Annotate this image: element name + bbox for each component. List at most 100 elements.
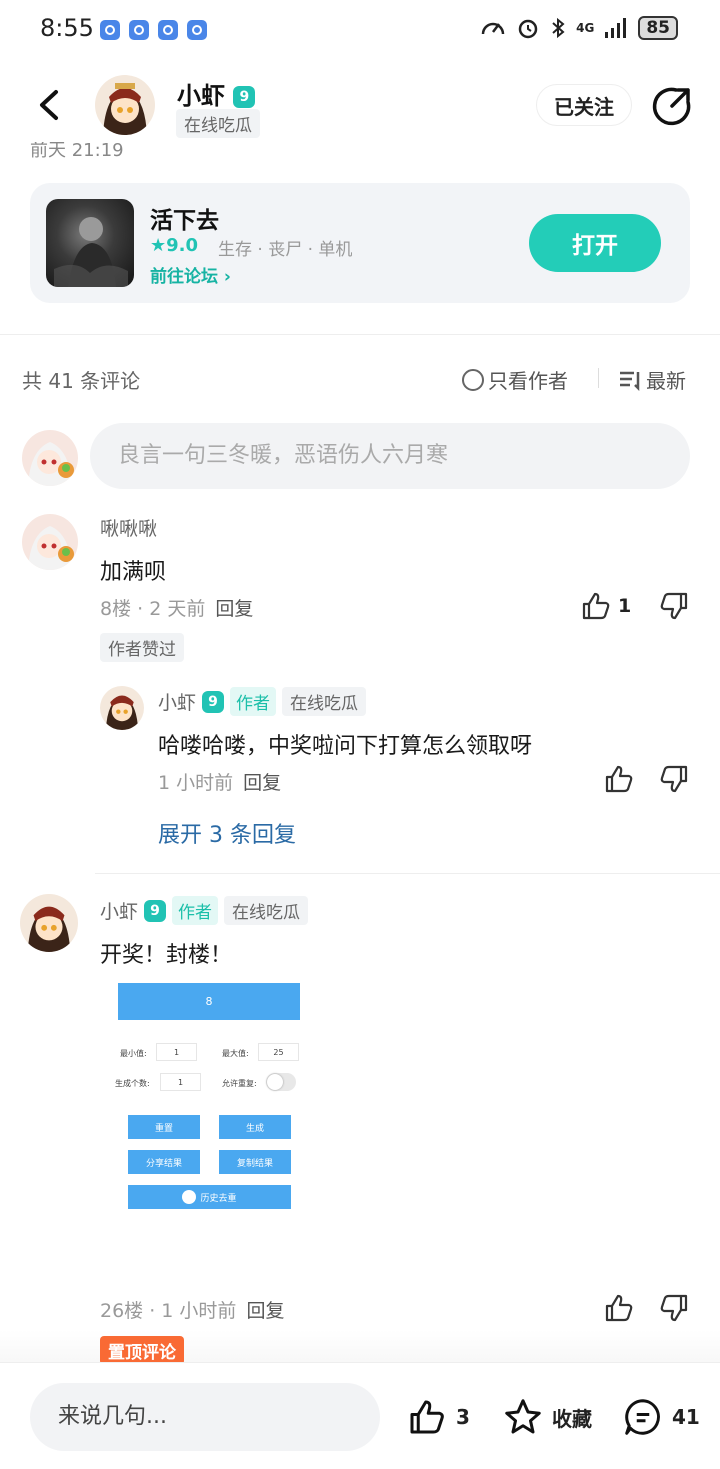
divider: [95, 873, 720, 874]
favorite-label[interactable]: 收藏: [552, 1403, 592, 1432]
author-name[interactable]: 小虾: [177, 82, 225, 110]
level-badge: 9: [202, 690, 225, 713]
favorite-button[interactable]: 收藏: [502, 1397, 592, 1437]
star-icon[interactable]: [502, 1397, 544, 1437]
reply-button[interactable]: 回复: [246, 1300, 284, 1322]
author-tag: 在线吃瓜: [176, 109, 260, 138]
chevron-right-icon: ›: [223, 267, 231, 287]
result-display: 8: [118, 983, 300, 1020]
game-rating: ★9.0: [150, 235, 198, 256]
reply-author-name[interactable]: 小虾: [158, 688, 196, 715]
post-like-count: 3: [456, 1405, 470, 1429]
commenter-avatar[interactable]: [22, 514, 78, 570]
comment-floor-time: 8楼 · 2 天前: [100, 598, 206, 620]
back-button[interactable]: [28, 80, 68, 130]
thumbs-down-icon[interactable]: [658, 763, 690, 795]
star-icon: ★: [150, 235, 167, 256]
comment-input[interactable]: 良言一句三冬暖，恶语伤人六月寒: [90, 423, 690, 489]
author-tag: 在线吃瓜: [282, 687, 367, 716]
commenter-name[interactable]: 啾啾啾: [100, 514, 157, 541]
reply-button[interactable]: 回复: [215, 598, 253, 620]
commenter-name[interactable]: 小虾: [100, 897, 138, 924]
max-label: 最大值:: [222, 1049, 249, 1058]
comments-button[interactable]: 41: [622, 1397, 700, 1437]
comment-icon[interactable]: [622, 1397, 664, 1437]
battery-level: 85: [638, 16, 678, 40]
thumbs-up-icon[interactable]: [603, 1292, 635, 1324]
follow-button[interactable]: 已关注: [536, 84, 632, 126]
game-title[interactable]: 活下去: [150, 201, 219, 235]
forum-link-label[interactable]: 前往论坛: [150, 267, 218, 287]
post-time: 前天 21:19: [30, 142, 124, 158]
reply-author-avatar[interactable]: [100, 686, 144, 730]
comment-count: 共 41 条评论: [22, 369, 141, 393]
author-badge: 作者: [230, 687, 277, 716]
post-like-button[interactable]: 3: [406, 1397, 470, 1437]
share-result-button: 分享结果: [128, 1150, 200, 1174]
author-name-row[interactable]: 小虾 9: [177, 76, 256, 111]
pinned-comment-badge: 置顶评论: [100, 1336, 184, 1365]
author-avatar[interactable]: [95, 75, 155, 135]
game-icon[interactable]: [46, 199, 134, 287]
alarm-notification-icon: [129, 20, 149, 40]
reply-button[interactable]: 回复: [243, 772, 281, 794]
radio-icon[interactable]: [462, 368, 484, 391]
commenter-avatar[interactable]: [20, 894, 78, 952]
reply-author-row: 小虾 9 作者 在线吃瓜: [158, 687, 367, 716]
comment-meta: 8楼 · 2 天前 回复: [100, 594, 253, 621]
thumbs-up-icon[interactable]: [406, 1397, 448, 1437]
repeat-label: 允许重复:: [222, 1079, 257, 1088]
comments-count: 41: [672, 1405, 700, 1429]
bottom-comment-input[interactable]: 来说几句...: [30, 1383, 380, 1451]
author-liked-badge: 作者赞过: [100, 633, 184, 662]
thumbs-up-icon[interactable]: [603, 763, 635, 795]
my-avatar: [22, 430, 78, 486]
sort-button[interactable]: 最新: [618, 365, 686, 394]
forum-link[interactable]: 前往论坛 ›: [150, 262, 231, 287]
author-badge: 作者: [172, 896, 219, 925]
open-game-button[interactable]: 打开: [529, 214, 661, 272]
sort-icon: [620, 371, 640, 391]
copy-result-button: 复制结果: [219, 1150, 291, 1174]
speed-icon: [481, 22, 505, 35]
count-input: 1: [160, 1073, 201, 1091]
alarm-notification-icon: [100, 20, 120, 40]
comment-text: 开奖！封楼！: [100, 943, 233, 968]
history-dedupe-button: 历史去重: [128, 1185, 291, 1209]
history-dedupe-label: 历史去重: [200, 1193, 237, 1204]
repeat-toggle: [266, 1073, 296, 1091]
status-time: 8:55: [40, 14, 94, 42]
alarm-icon: [518, 19, 538, 39]
alarm-notification-icon: [187, 20, 207, 40]
refresh-icon: [182, 1190, 197, 1204]
min-label: 最小值:: [120, 1049, 147, 1058]
min-input: 1: [156, 1043, 197, 1061]
share-icon[interactable]: [650, 84, 694, 128]
reply-meta: 1 小时前 回复: [158, 768, 281, 795]
thumbs-down-icon[interactable]: [658, 1292, 690, 1324]
count-label: 生成个数:: [115, 1079, 150, 1088]
thumbs-up-icon[interactable]: [580, 590, 612, 622]
game-card[interactable]: 活下去 ★9.0 生存 · 丧尸 · 单机 前往论坛 › 打开: [30, 183, 690, 303]
only-author-label[interactable]: 只看作者: [488, 365, 568, 394]
signal-icon: [605, 18, 627, 38]
divider: [598, 368, 599, 388]
game-rating-value: 9.0: [166, 235, 199, 256]
generate-button: 生成: [219, 1115, 291, 1139]
game-tags: 生存 · 丧尸 · 单机: [218, 240, 353, 260]
like-button[interactable]: 1: [580, 590, 631, 622]
sort-label[interactable]: 最新: [646, 365, 686, 394]
thumbs-down-icon[interactable]: [658, 590, 690, 622]
comment-image[interactable]: 8 最小值: 1 最大值: 25 生成个数: 1 允许重复: 重置 生成 分享结…: [100, 970, 320, 1220]
alarm-notification-icon: [158, 20, 178, 40]
bottom-action-bar: 来说几句... 3 收藏 41: [0, 1362, 720, 1469]
max-input: 25: [258, 1043, 299, 1061]
expand-replies-link[interactable]: 展开 3 条回复: [158, 817, 296, 849]
reply-text: 哈喽哈喽，中奖啦问下打算怎么领取呀: [158, 734, 533, 759]
reset-button: 重置: [128, 1115, 200, 1139]
comment-text: 加满呗: [100, 560, 167, 585]
like-count: 1: [618, 595, 632, 617]
only-author-toggle[interactable]: 只看作者: [462, 365, 568, 394]
commenter-row: 小虾 9 作者 在线吃瓜: [100, 896, 309, 925]
level-badge: 9: [233, 86, 256, 108]
